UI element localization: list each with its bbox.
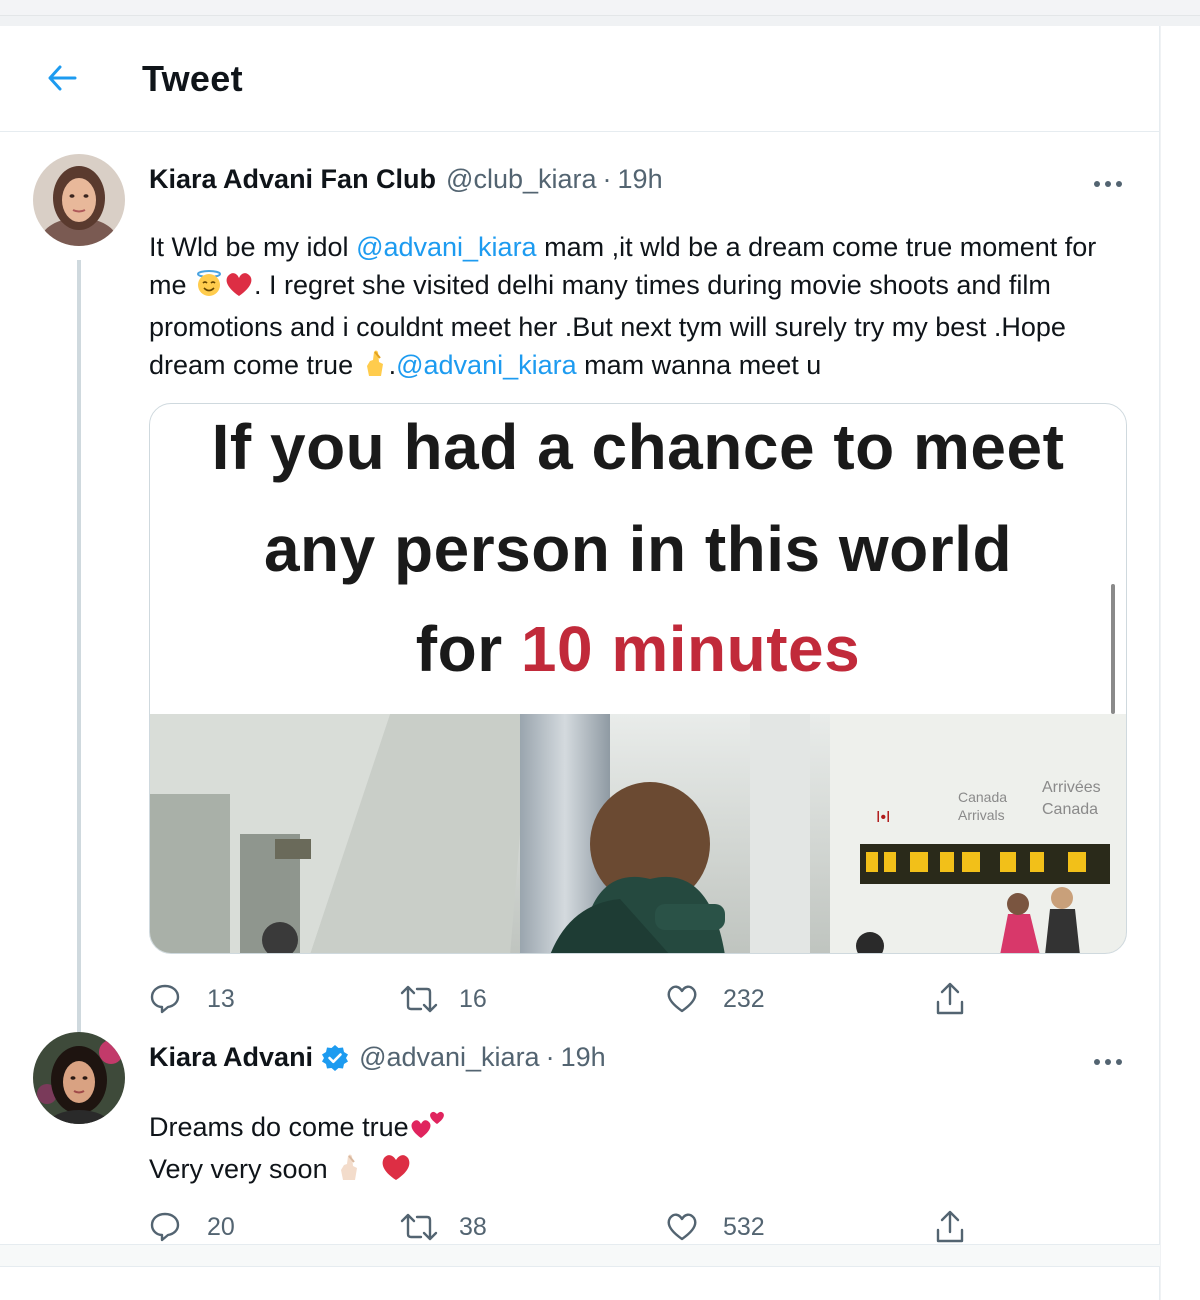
sign-arrivees: Arrivées: [1042, 779, 1101, 796]
tweet-text: .: [388, 350, 397, 380]
back-button[interactable]: [40, 56, 84, 100]
sign-canada-fr: Canada: [1042, 801, 1098, 818]
share-icon: [936, 1210, 964, 1243]
tweet-text: It Wld be my idol: [149, 232, 357, 262]
media-highlight: 10 minutes: [520, 613, 861, 685]
like-button[interactable]: 532: [665, 1207, 765, 1247]
reply-count: 13: [207, 984, 235, 1013]
timestamp[interactable]: 19h: [618, 164, 663, 195]
share-icon: [936, 982, 964, 1015]
tweet-body: Dreams do come true Very very soon: [149, 1108, 1139, 1192]
avatar-image: [33, 1032, 125, 1124]
retweet-button[interactable]: 16: [399, 979, 487, 1019]
retweet-button[interactable]: 38: [399, 1207, 487, 1247]
tweet-text-line-1: Dreams do come true: [149, 1112, 409, 1142]
section-gap: [0, 1245, 1160, 1267]
page-header: Tweet: [0, 26, 1160, 132]
arrow-left-icon: [48, 65, 77, 91]
reply-count: 20: [207, 1212, 235, 1241]
canada-flag-icon: I•I: [876, 809, 891, 826]
tweet-body: It Wld be my idol @advani_kiara mam ,it …: [149, 228, 1139, 388]
media-scrollbar[interactable]: [1111, 584, 1115, 714]
heart-icon: [667, 985, 697, 1013]
browser-top-strip: [0, 0, 1200, 16]
tweet-fan-club[interactable]: Kiara Advani Fan Club @club_kiara · 19h …: [0, 132, 1160, 1032]
avatar[interactable]: [33, 1032, 125, 1124]
reply-button[interactable]: 20: [149, 1207, 235, 1247]
media-line-2: any person in this world: [263, 513, 1013, 585]
more-dots-icon: [1094, 1059, 1122, 1065]
separator-dot: ·: [602, 164, 612, 194]
verified-badge-icon: [321, 1044, 349, 1072]
tweet-text: mam wanna meet u: [576, 350, 822, 380]
media-line-3: for 10 minutes: [415, 613, 861, 685]
user-handle[interactable]: @advani_kiara: [359, 1042, 540, 1073]
tweet-media-image[interactable]: If you had a chance to meet any person i…: [149, 403, 1127, 954]
red-heart-emoji: [224, 270, 254, 308]
retweet-icon: [400, 985, 438, 1013]
reply-button[interactable]: 13: [149, 979, 235, 1019]
tweet-kiara-advani[interactable]: Kiara Advani @advani_kiara · 19h Dreams …: [0, 1022, 1160, 1244]
retweet-count: 16: [459, 984, 487, 1013]
media-caption: If you had a chance to meet any person i…: [150, 404, 1126, 714]
tweet-header: Kiara Advani Fan Club @club_kiara · 19h: [149, 164, 663, 195]
red-heart-emoji: [379, 1152, 413, 1192]
reply-icon: [150, 1212, 180, 1242]
share-button[interactable]: [934, 979, 966, 1019]
mention-link[interactable]: @advani_kiara: [396, 350, 577, 380]
tweet-header: Kiara Advani @advani_kiara · 19h: [149, 1042, 606, 1073]
retweet-count: 38: [459, 1212, 487, 1241]
like-count: 232: [723, 984, 765, 1013]
reply-icon: [150, 984, 180, 1014]
avatar-image: [33, 154, 125, 246]
crossed-fingers-emoji: [361, 348, 389, 388]
display-name[interactable]: Kiara Advani: [149, 1042, 313, 1073]
tweet-actions: 20 38 532: [149, 1207, 989, 1247]
smiling-face-with-halo-emoji: [194, 268, 224, 308]
crossed-fingers-emoji: [335, 1152, 363, 1192]
avatar[interactable]: [33, 154, 125, 246]
media-line-1: If you had a chance to meet: [211, 411, 1065, 483]
sign-arrivals: Arrivals: [958, 807, 1005, 823]
like-count: 532: [723, 1212, 765, 1241]
like-button[interactable]: 232: [665, 979, 765, 1019]
sign-canada: Canada: [958, 789, 1007, 805]
tweet-text-line-2: Very very soon: [149, 1154, 328, 1184]
two-hearts-emoji: [409, 1110, 449, 1150]
more-options-button[interactable]: [1090, 1052, 1126, 1072]
user-handle[interactable]: @club_kiara: [446, 164, 596, 195]
mention-link[interactable]: @advani_kiara: [356, 232, 537, 262]
tweet-actions: 13 16 232: [149, 979, 989, 1019]
main-column: Tweet Kiara Advani Fan Club @club_kiara …: [0, 26, 1160, 1300]
right-rail: [1161, 26, 1200, 1300]
thread-line: [77, 260, 81, 1032]
display-name[interactable]: Kiara Advani Fan Club: [149, 164, 436, 195]
more-options-button[interactable]: [1090, 174, 1126, 194]
more-dots-icon: [1094, 181, 1122, 187]
airport-hug-photo: I•I Canada Arrivals Arrivées Canada: [150, 714, 1126, 953]
page-title: Tweet: [142, 58, 243, 99]
share-button[interactable]: [934, 1207, 966, 1247]
retweet-icon: [400, 1213, 438, 1241]
heart-icon: [667, 1213, 697, 1241]
separator-dot: ·: [545, 1042, 555, 1072]
timestamp[interactable]: 19h: [561, 1042, 606, 1073]
